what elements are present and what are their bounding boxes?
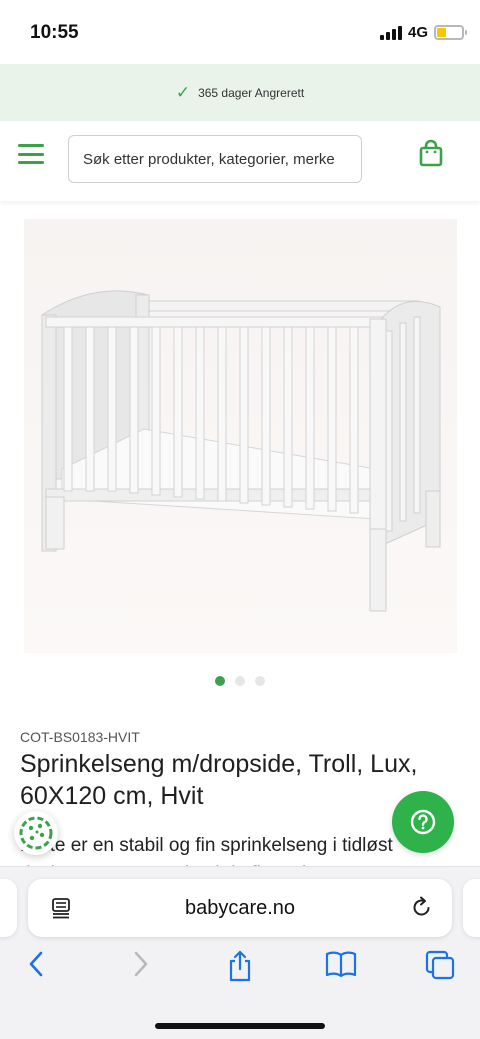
search-input[interactable]: [68, 135, 362, 183]
gallery-dot[interactable]: [215, 676, 225, 686]
product-description: Dette er en stabil og fin sprinkelseng i…: [20, 835, 393, 856]
forward-icon[interactable]: [130, 949, 152, 984]
product-image[interactable]: [24, 219, 457, 653]
signal-icon: [379, 25, 402, 40]
network-type: 4G: [407, 24, 428, 41]
previous-tab-peek[interactable]: [0, 879, 17, 937]
tabs-icon[interactable]: [424, 949, 456, 986]
cookie-settings-button[interactable]: [14, 811, 58, 855]
gallery-dot[interactable]: [255, 676, 265, 686]
product-title: Sprinkelseng m/dropside, Troll, Lux, 60X…: [20, 750, 418, 810]
status-bar: 10:55 4G: [0, 0, 480, 64]
cookie-icon: [19, 816, 53, 850]
promo-text: 365 dager Angrerett: [198, 85, 305, 100]
help-icon: [410, 809, 436, 835]
reload-icon[interactable]: [410, 895, 434, 924]
bookmarks-icon[interactable]: [324, 949, 358, 984]
next-tab-peek[interactable]: [463, 879, 480, 937]
help-button[interactable]: [392, 791, 454, 853]
gallery-dot[interactable]: [235, 676, 245, 686]
address-bar[interactable]: babycare.no: [28, 879, 452, 937]
site-header: [0, 121, 480, 201]
status-time: 10:55: [30, 22, 79, 43]
reader-icon[interactable]: [50, 897, 72, 924]
status-indicators: 4G: [379, 24, 467, 41]
menu-icon[interactable]: [18, 144, 44, 164]
shopping-bag-icon[interactable]: [417, 139, 445, 174]
url-text: babycare.no: [184, 896, 296, 919]
checkmark-icon: ✓: [175, 82, 191, 102]
promo-banner: ✓ 365 dager Angrerett: [0, 64, 480, 121]
browser-chrome: babycare.no: [0, 866, 480, 1039]
gallery-pagination: [0, 676, 480, 686]
product-sku: COT-BS0183-HVIT: [20, 729, 140, 745]
share-icon[interactable]: [226, 949, 254, 988]
battery-icon: [434, 25, 467, 40]
home-indicator: [155, 1023, 325, 1029]
back-icon[interactable]: [26, 949, 48, 984]
browser-toolbar: [0, 949, 480, 989]
